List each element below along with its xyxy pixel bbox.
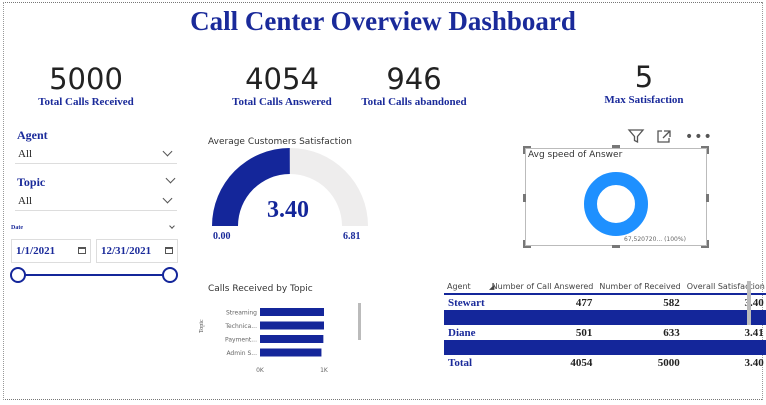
table-total-row: Total 4054 5000 3.40: [444, 353, 766, 370]
col-header-agent[interactable]: Agent: [444, 279, 489, 294]
row-answered: 501: [488, 323, 597, 340]
topic-bar[interactable]: [260, 335, 324, 343]
kpi-card-max-satisfaction[interactable]: 5 Max Satisfaction: [574, 60, 714, 106]
row-satisfaction: 3.41: [683, 323, 766, 340]
date-range-end-handle[interactable]: [162, 267, 178, 283]
topic-bar[interactable]: [260, 308, 324, 316]
col-header-received[interactable]: Number of Received: [596, 279, 683, 294]
col-header-answered[interactable]: Number of Call Answered: [489, 279, 597, 294]
donut-data-label: 67,520720... (100%): [624, 236, 686, 243]
row-agent: Diane: [444, 323, 489, 340]
agent-slicer-label: Agent: [17, 128, 48, 142]
table-row[interactable]: Diane 501 633 3.41: [444, 323, 766, 340]
kpi-value: 946: [386, 62, 442, 96]
topic-slicer-label: Topic: [17, 175, 46, 189]
more-options-icon[interactable]: •••: [685, 129, 713, 145]
kpi-value: 5: [634, 60, 654, 94]
kpi-label: Max Satisfaction: [604, 94, 684, 106]
resize-handle-bottom[interactable]: [612, 245, 620, 248]
focus-mode-icon[interactable]: [656, 129, 672, 144]
row-agent: Stewart: [444, 293, 489, 310]
table-row-collapsed[interactable]: [444, 310, 766, 324]
resize-handle-bottom-right[interactable]: [701, 240, 709, 248]
agent-slicer-dropdown[interactable]: All: [15, 146, 177, 164]
topic-slicer-value: All: [18, 195, 33, 207]
canvas-border-top: [3, 2, 762, 3]
agent-slicer-value: All: [18, 148, 33, 160]
resize-handle-top-right[interactable]: [701, 146, 709, 154]
kpi-card-total-received[interactable]: 5000 Total Calls Received: [16, 62, 156, 108]
kpi-label: Total Calls Answered: [232, 96, 332, 108]
topic-chart-title: Calls Received by Topic: [208, 284, 313, 294]
date-range-track: [18, 274, 170, 276]
resize-handle-top[interactable]: [612, 145, 620, 148]
resize-handle-bottom-left[interactable]: [523, 240, 531, 248]
resize-handle-right[interactable]: [706, 194, 709, 202]
kpi-label: Total Calls Received: [38, 96, 134, 108]
total-label: Total: [444, 353, 489, 370]
kpi-label: Total Calls abandoned: [361, 96, 467, 108]
kpi-card-total-abandoned[interactable]: 946 Total Calls abandoned: [344, 62, 484, 108]
calendar-icon: [165, 247, 173, 254]
gauge-value: 3.40: [267, 197, 309, 223]
table-row[interactable]: Stewart 477 582 3.40: [444, 293, 766, 310]
topic-category-label: Payment...: [225, 337, 257, 344]
resize-handle-left[interactable]: [523, 194, 526, 202]
date-end-value: 12/31/2021: [101, 245, 152, 257]
kpi-card-total-answered[interactable]: 4054 Total Calls Answered: [212, 62, 352, 108]
matrix-scrollbar[interactable]: [747, 281, 751, 325]
topic-chart-scrollbar[interactable]: [358, 303, 361, 340]
donut-ring[interactable]: [584, 172, 648, 236]
topic-category-label: Technica...: [224, 323, 257, 330]
table-row-collapsed[interactable]: [444, 340, 766, 354]
topic-slicer-dropdown[interactable]: All: [15, 193, 177, 211]
date-slicer-collapse-icon[interactable]: [169, 223, 175, 229]
total-satisfaction: 3.40: [683, 353, 766, 370]
topic-bar[interactable]: [260, 321, 324, 330]
date-start-input[interactable]: 1/1/2021: [11, 239, 91, 263]
agent-matrix[interactable]: Agent Number of Call Answered Number of …: [444, 279, 766, 370]
gauge-min-label: 0.00: [213, 231, 231, 242]
canvas-border-bottom: [3, 399, 762, 400]
row-satisfaction: 3.40: [683, 293, 766, 310]
canvas-border-left: [3, 2, 4, 400]
donut-title: Avg speed of Answer: [528, 150, 623, 160]
sort-ascending-icon[interactable]: ◢: [489, 283, 494, 291]
date-slicer-label: Date: [11, 225, 23, 231]
row-answered: 477: [488, 293, 597, 310]
topic-chart-axis-title: Topic: [199, 319, 205, 333]
gauge-max-label: 6.81: [343, 231, 361, 242]
topic-category-label: Streaming: [226, 310, 257, 317]
row-received: 633: [596, 323, 684, 340]
total-answered: 4054: [488, 353, 597, 370]
gauge-title: Average Customers Satisfaction: [208, 137, 352, 147]
page-title: Call Center Overview Dashboard: [190, 6, 576, 36]
chevron-down-icon: [162, 193, 173, 204]
kpi-value: 4054: [245, 62, 319, 96]
topic-category-label: Admin S...: [226, 350, 257, 357]
kpi-value: 5000: [49, 62, 123, 96]
filter-icon[interactable]: [627, 128, 645, 144]
topic-axis-tick: 0K: [256, 367, 265, 374]
topic-bar-chart[interactable]: Streaming Technica... Payment... Admin S...…: [212, 300, 362, 378]
calendar-icon: [78, 247, 86, 254]
chevron-down-icon: [162, 146, 173, 157]
date-range-start-handle[interactable]: [10, 267, 26, 283]
col-header-satisfaction[interactable]: Overall Satisfaction: [684, 279, 766, 294]
topic-bar[interactable]: [260, 348, 322, 357]
topic-slicer-collapse-icon[interactable]: [165, 173, 176, 184]
date-end-input[interactable]: 12/31/2021: [96, 239, 178, 263]
total-received: 5000: [596, 353, 684, 370]
date-start-value: 1/1/2021: [16, 245, 56, 257]
topic-axis-tick: 1K: [320, 367, 329, 374]
row-received: 582: [596, 293, 684, 310]
